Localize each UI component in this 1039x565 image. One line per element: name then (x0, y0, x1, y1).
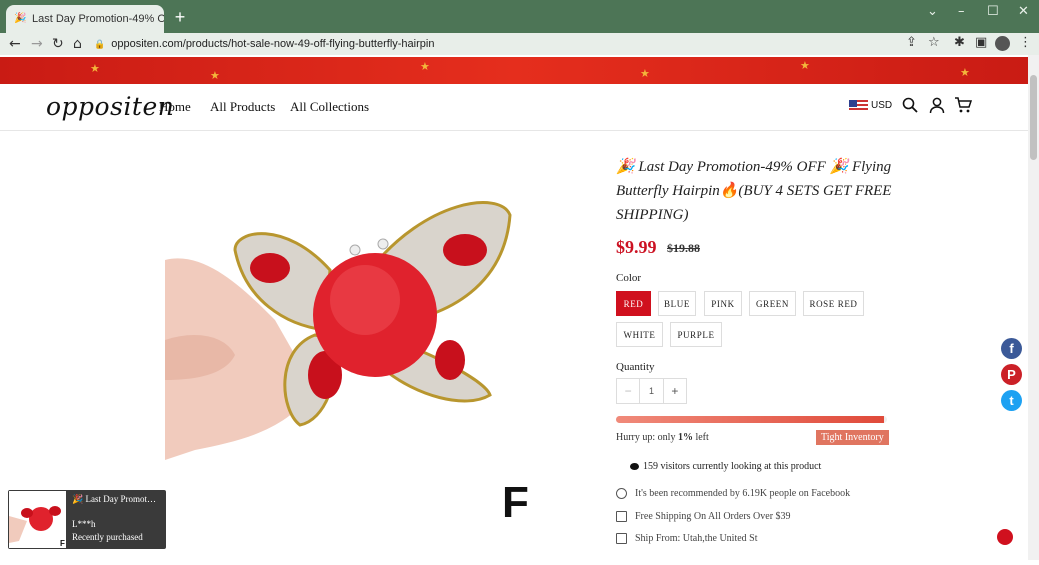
quantity-decrease-button[interactable]: − (617, 379, 639, 403)
quantity-stepper: − 1 + (616, 378, 687, 404)
cart-icon[interactable] (954, 96, 972, 114)
truck-icon (616, 533, 627, 544)
product-title: 🎉 Last Day Promotion-49% OFF 🎉 Flying Bu… (616, 159, 892, 223)
popup-status: Recently purchased (72, 532, 143, 542)
popup-customer-name: L***h (72, 519, 96, 529)
hurry-percent: 1% (677, 432, 693, 443)
hurry-suffix: left (692, 432, 709, 443)
url-text: oppositеn.com/products/hot-sale-now-49-o… (111, 38, 435, 50)
popup-title: 🎉 Last Day Promot… (72, 494, 156, 504)
visitors-counter: 159 visitors currently looking at this p… (630, 461, 821, 472)
search-icon[interactable] (901, 96, 919, 114)
image-letter-overlay: F (502, 478, 529, 527)
color-option-purple[interactable]: PURPLE (670, 322, 722, 347)
color-option-white[interactable]: WHITE (616, 322, 663, 347)
home-icon[interactable]: ⌂ (73, 35, 82, 53)
quantity-increase-button[interactable]: + (664, 379, 686, 403)
close-window-button[interactable]: ✕ (1018, 4, 1029, 19)
account-icon[interactable] (928, 96, 946, 114)
pinterest-share-icon[interactable]: P (1001, 364, 1022, 385)
star-decoration-icon: ★ (800, 60, 810, 72)
side-panel-icon[interactable]: ▣ (975, 35, 987, 50)
twitter-share-icon[interactable]: t (1001, 390, 1022, 411)
star-decoration-icon: ★ (420, 61, 430, 73)
reload-icon[interactable]: ↻ (52, 35, 64, 53)
info-row-facebook: It's been recommended by 6.19K people on… (616, 488, 850, 499)
site-header: oppositen Home All Products All Collecti… (0, 84, 1028, 131)
address-bar[interactable]: 🔒 oppositеn.com/products/hot-sale-now-49… (94, 34, 947, 54)
eye-icon (630, 463, 639, 470)
color-option-blue[interactable]: BLUE (658, 291, 696, 316)
new-tab-button[interactable]: + (172, 7, 188, 28)
hurry-text: Hurry up: only 1% left (616, 432, 709, 443)
menu-icon[interactable]: ⋮ (1019, 35, 1032, 50)
inventory-bar (616, 416, 887, 423)
extensions-icon[interactable]: ✱ (954, 35, 965, 50)
scrollbar-thumb[interactable] (1030, 75, 1037, 160)
recent-purchase-popup[interactable]: F 🎉 Last Day Promot… L***h Recently purc… (8, 490, 166, 549)
popup-product-thumbnail: F (9, 491, 66, 548)
browser-tab[interactable]: 🎉 Last Day Promotion-49% OFF × (6, 5, 164, 33)
quantity-input[interactable]: 1 (639, 379, 664, 403)
svg-text:F: F (60, 539, 65, 548)
info-shipping-text: Free Shipping On All Orders Over $39 (635, 511, 791, 522)
bookmark-star-icon[interactable]: ☆ (928, 35, 940, 50)
us-flag-icon[interactable] (849, 100, 868, 112)
facebook-share-icon[interactable]: f (1001, 338, 1022, 359)
visitors-text: 159 visitors currently looking at this p… (643, 461, 822, 472)
share-icon[interactable]: ⇪ (906, 35, 917, 50)
chat-support-icon[interactable] (997, 529, 1013, 545)
product-image[interactable] (165, 140, 545, 560)
promo-banner: ★ ★ ★ ★ ★ ★ (0, 57, 1028, 84)
info-ship-from-text: Ship From: Utah,the United St (635, 533, 758, 544)
forward-icon[interactable]: → (31, 35, 43, 53)
color-option-pink[interactable]: PINK (704, 291, 742, 316)
maximize-button[interactable]: ☐ (987, 4, 999, 19)
nav-home[interactable]: Home (159, 99, 191, 115)
tab-search-icon[interactable]: ⌄ (927, 4, 938, 19)
globe-icon (616, 488, 627, 499)
star-decoration-icon: ★ (210, 70, 220, 82)
star-decoration-icon: ★ (640, 68, 650, 80)
currency-selector[interactable]: USD (871, 100, 892, 111)
back-icon[interactable]: ← (9, 35, 21, 53)
popup-butterfly-image: F (9, 506, 65, 548)
color-option-red[interactable]: RED (616, 291, 651, 316)
hurry-prefix: Hurry up: only (616, 432, 678, 443)
compare-at-price: $19.88 (667, 241, 700, 255)
star-decoration-icon: ★ (90, 63, 100, 75)
star-decoration-icon: ★ (960, 67, 970, 79)
info-row-shipping: Free Shipping On All Orders Over $39 (616, 511, 791, 522)
color-label: Color (616, 272, 642, 284)
nav-all-products[interactable]: All Products (210, 99, 275, 115)
nav-all-collections[interactable]: All Collections (290, 99, 369, 115)
color-option-rose-red[interactable]: ROSE RED (803, 291, 864, 316)
gift-icon (616, 511, 627, 522)
tab-title: Last Day Promotion-49% OFF (32, 13, 164, 25)
tight-inventory-badge: Tight Inventory (816, 430, 889, 445)
product-price: $9.99 (616, 237, 657, 257)
info-facebook-text: It's been recommended by 6.19K people on… (635, 488, 851, 499)
browser-toolbar: ← → ↻ ⌂ 🔒 oppositеn.com/products/hot-sal… (0, 33, 1039, 55)
profile-avatar[interactable] (995, 36, 1010, 51)
minimize-button[interactable]: – (958, 4, 965, 19)
page-scrollbar[interactable] (1028, 55, 1039, 560)
inventory-bar-fill (616, 416, 885, 423)
info-row-ship-from: Ship From: Utah,the United St (616, 533, 758, 544)
quantity-label: Quantity (616, 361, 655, 373)
lock-icon: 🔒 (94, 38, 106, 49)
color-option-green[interactable]: GREEN (749, 291, 796, 316)
browser-tab-bar: 🎉 Last Day Promotion-49% OFF × + ⌄ – ☐ ✕ (0, 0, 1039, 33)
butterfly-hairpin-illustration (165, 201, 512, 460)
tab-favicon: 🎉 (14, 13, 27, 24)
site-logo[interactable]: oppositen (46, 92, 174, 121)
